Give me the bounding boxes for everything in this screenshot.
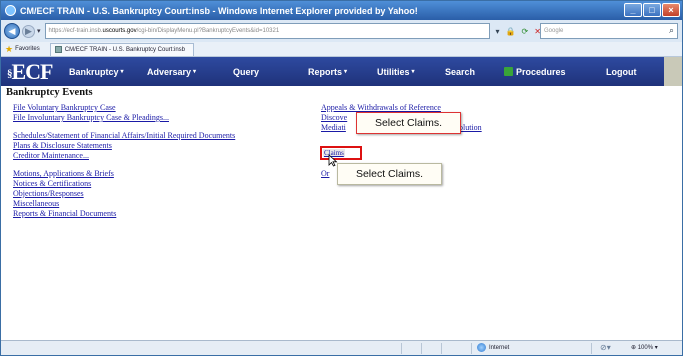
- security-zone[interactable]: Internet: [477, 343, 509, 352]
- menu-utilities[interactable]: Utilities ▾: [377, 57, 415, 86]
- zoom-control[interactable]: ⊕ 100% ▾: [631, 344, 658, 351]
- menu-query[interactable]: Query: [233, 57, 259, 86]
- logo-text: ECF: [11, 58, 54, 84]
- menu-label: Adversary: [147, 66, 192, 77]
- link-orders-fragment: Or: [321, 169, 329, 179]
- callout-top: Select Claims.: [356, 112, 461, 134]
- link-objections-responses[interactable]: Objections/Responses: [13, 189, 235, 199]
- chevron-down-icon: ▾: [344, 69, 348, 75]
- link-motions-applications[interactable]: Motions, Applications & Briefs: [13, 169, 235, 179]
- url-host: uscourts.gov: [102, 28, 137, 34]
- menu-label: Logout: [606, 66, 637, 77]
- link-reports-financial[interactable]: Reports & Financial Documents: [13, 209, 235, 219]
- link-miscellaneous[interactable]: Miscellaneous: [13, 199, 235, 209]
- menu-label: Procedures: [516, 66, 566, 77]
- link-file-voluntary-case[interactable]: File Voluntary Bankruptcy Case: [13, 103, 235, 113]
- tab-label: CM/ECF TRAIN - U.S. Bankruptcy Court:ins…: [64, 46, 186, 53]
- ie-icon: [5, 5, 16, 16]
- left-link-column: File Voluntary Bankruptcy Case File Invo…: [13, 103, 235, 219]
- window-controls: _ □ ×: [624, 3, 680, 17]
- page-title: Bankruptcy Events: [6, 87, 93, 98]
- procedures-icon: [504, 67, 513, 76]
- callout-bottom: Select Claims.: [337, 163, 442, 185]
- title-bar: CM/ECF TRAIN - U.S. Bankruptcy Court:ins…: [1, 1, 682, 20]
- back-icon[interactable]: ◀: [4, 23, 20, 39]
- chevron-down-icon: ▾: [193, 69, 197, 75]
- status-divider: [441, 343, 442, 354]
- forward-icon[interactable]: ▶: [22, 24, 35, 38]
- claims-highlight: Claims: [320, 146, 362, 160]
- url-prefix: https://ecf-train.insb.: [48, 28, 103, 34]
- menu-label: Query: [233, 66, 260, 77]
- menu-label: Utilities: [377, 66, 410, 77]
- refresh-icon[interactable]: ⟳: [522, 27, 529, 36]
- link-plans-disclosure[interactable]: Plans & Disclosure Statements: [13, 141, 235, 151]
- menu-label: Bankruptcy: [69, 66, 119, 77]
- link-creditor-maintenance[interactable]: Creditor Maintenance...: [13, 151, 235, 161]
- menu-search[interactable]: Search: [445, 57, 475, 86]
- status-divider: [401, 343, 402, 354]
- page-favicon-icon: [54, 46, 62, 53]
- search-icon[interactable]: ⌕: [669, 25, 674, 36]
- favorites-star-icon[interactable]: ★: [5, 44, 13, 55]
- zone-label: Internet: [489, 344, 510, 351]
- link-dispute-resolution[interactable]: olution: [459, 123, 482, 133]
- menu-adversary[interactable]: Adversary ▾: [147, 57, 196, 86]
- menu-procedures[interactable]: Procedures: [504, 57, 566, 86]
- page-content: Bankruptcy Events File Voluntary Bankrup…: [1, 86, 682, 340]
- status-bar: Internet ⊘▾ ⊕ 100% ▾: [1, 340, 682, 355]
- zoom-icon: ⊕: [631, 345, 637, 351]
- url-path: /cgi-bin/DisplayMenu.pl?BankruptcyEvents…: [136, 28, 280, 34]
- status-divider: [591, 343, 592, 354]
- globe-icon: [477, 343, 486, 352]
- menu-reports[interactable]: Reports ▾: [308, 57, 347, 86]
- menu-label: Search: [445, 66, 476, 77]
- ecf-logo[interactable]: §ECF: [7, 59, 65, 85]
- link-resolution-fragment: olution: [459, 123, 482, 133]
- search-placeholder: Google: [544, 28, 564, 34]
- status-divider: [471, 343, 472, 354]
- link-orders[interactable]: Or: [321, 169, 329, 179]
- address-icons: ▾ 🔒 ⟳ ✕: [496, 27, 541, 36]
- chevron-down-icon: ▾: [654, 345, 658, 351]
- address-toolbar: ◀ ▶ ▾ https://ecf-train.insb. uscourts.go…: [1, 20, 682, 42]
- zoom-level: 100%: [637, 345, 654, 351]
- address-bar[interactable]: https://ecf-train.insb. uscourts.gov/cgi-…: [44, 23, 490, 39]
- browser-window: CM/ECF TRAIN - U.S. Bankruptcy Court:ins…: [0, 0, 683, 356]
- status-divider: [421, 343, 422, 354]
- chevron-down-icon: ▾: [411, 69, 415, 75]
- window-title: CM/ECF TRAIN - U.S. Bankruptcy Court:ins…: [20, 5, 418, 16]
- link-schedules-statements[interactable]: Schedules/Statement of Financial Affairs…: [13, 131, 235, 141]
- lock-icon[interactable]: 🔒: [506, 27, 516, 36]
- menu-bankruptcy[interactable]: Bankruptcy ▾: [69, 57, 124, 86]
- mouse-cursor-icon: [328, 154, 338, 167]
- history-dropdown-icon[interactable]: ▾: [37, 27, 41, 35]
- maximize-icon[interactable]: □: [643, 3, 661, 17]
- browser-tab[interactable]: CM/ECF TRAIN - U.S. Bankruptcy Court:ins…: [49, 42, 195, 56]
- link-file-involuntary-case[interactable]: File Involuntary Bankruptcy Case & Plead…: [13, 113, 235, 123]
- protected-mode-icon[interactable]: ⊘▾: [600, 343, 611, 352]
- address-dropdown-icon[interactable]: ▾: [496, 27, 500, 36]
- minimize-icon[interactable]: _: [624, 3, 642, 17]
- close-icon[interactable]: ×: [662, 3, 680, 17]
- search-input[interactable]: Google ⌕: [540, 23, 678, 39]
- menu-label: Reports: [308, 66, 343, 77]
- help-corner-icon[interactable]: [664, 57, 682, 86]
- favorites-bar: ★ Favorites CM/ECF TRAIN - U.S. Bankrupt…: [1, 42, 682, 57]
- chevron-down-icon: ▾: [120, 69, 124, 75]
- link-notices-certifications[interactable]: Notices & Certifications: [13, 179, 235, 189]
- ecf-menu-bar: §ECF Bankruptcy ▾ Adversary ▾ Query Report…: [1, 57, 682, 86]
- menu-logout[interactable]: Logout: [606, 57, 637, 86]
- favorites-button[interactable]: Favorites: [15, 46, 40, 52]
